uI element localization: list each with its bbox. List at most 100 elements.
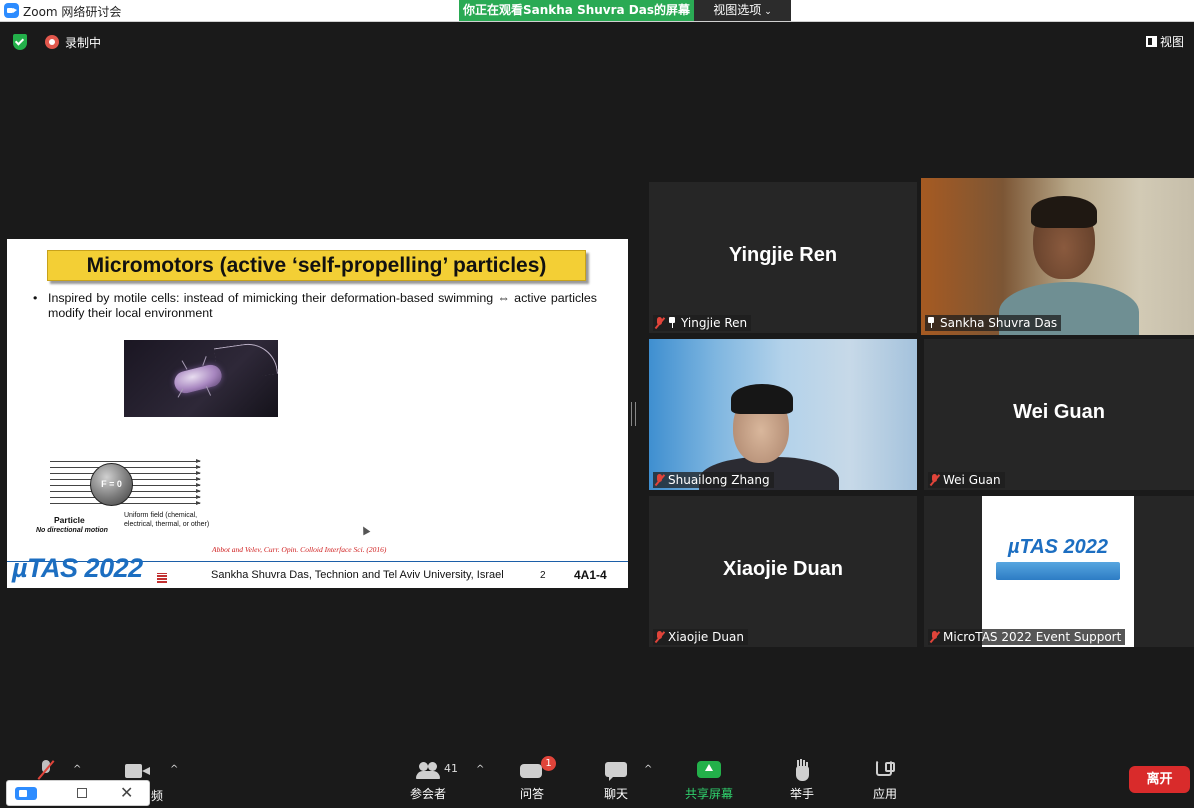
participant-tile-wei[interactable]: Wei Guan Wei Guan bbox=[924, 339, 1194, 490]
participant-label-text: Sankha Shuvra Das bbox=[940, 316, 1058, 330]
bullet-text: Inspired by motile cells: instead of mim… bbox=[48, 291, 597, 320]
footer-author: Sankha Shuvra Das, Technion and Tel Aviv… bbox=[211, 569, 504, 581]
video-person-hair bbox=[731, 384, 793, 414]
view-options-label: 视图选项 bbox=[713, 3, 762, 17]
participant-label-text: Yingjie Ren bbox=[681, 316, 748, 330]
apps-icon bbox=[876, 760, 895, 782]
mic-muted-icon[interactable] bbox=[38, 760, 54, 782]
participants-label: 参会者 bbox=[409, 787, 446, 801]
mouse-pointer-icon bbox=[359, 524, 371, 536]
participant-label-text: Shuailong Zhang bbox=[668, 473, 770, 487]
recording-icon bbox=[45, 35, 59, 49]
maximize-icon[interactable] bbox=[77, 788, 87, 798]
apps-button[interactable]: 应用 bbox=[855, 760, 915, 802]
participant-label: Yingjie Ren bbox=[653, 315, 752, 331]
utas-mark-icon bbox=[157, 573, 167, 583]
participant-label-text: Wei Guan bbox=[943, 473, 1001, 487]
slide-citation: Abbot and Velev, Curr. Opin. Colloid Int… bbox=[212, 545, 387, 554]
mic-muted-icon bbox=[930, 631, 939, 643]
participant-label: Sankha Shuvra Das bbox=[925, 315, 1062, 331]
participant-tile-shuailong[interactable]: Shuailong Zhang bbox=[649, 339, 917, 490]
field-label: Uniform field (chemical, electrical, the… bbox=[124, 512, 210, 528]
participant-label-text: Xiaojie Duan bbox=[668, 630, 744, 644]
particle-sphere: F = 0 bbox=[90, 463, 133, 506]
recording-label: 录制中 bbox=[65, 36, 102, 50]
field-line bbox=[50, 459, 201, 463]
view-options-button[interactable]: 视图选项 ⌄ bbox=[694, 0, 791, 21]
video-feed bbox=[649, 339, 917, 490]
participant-name-display: Yingjie Ren bbox=[728, 244, 838, 266]
share-screen-button[interactable]: 共享屏幕 bbox=[679, 760, 739, 802]
grid-view-icon bbox=[1146, 36, 1157, 47]
zoom-logo-icon bbox=[4, 3, 19, 18]
bacteria-image bbox=[124, 340, 278, 417]
zoom-webinar-window: Zoom 网络研讨会 你正在观看Sankha Shuvra Das的屏幕 视图选… bbox=[0, 0, 1194, 808]
participant-tile-yingjie[interactable]: Yingjie Ren Yingjie Ren bbox=[649, 182, 917, 333]
chat-icon bbox=[604, 760, 628, 782]
participant-label: Wei Guan bbox=[928, 472, 1005, 488]
chat-label: 聊天 bbox=[603, 787, 628, 801]
floating-mini-window[interactable]: ✕ bbox=[6, 780, 150, 806]
share-screen-label: 共享屏幕 bbox=[684, 787, 733, 801]
participant-tile-xiaojie[interactable]: Xiaojie Duan Xiaojie Duan bbox=[649, 496, 917, 647]
pilus bbox=[202, 356, 207, 366]
video-feed bbox=[921, 178, 1194, 335]
pin-icon bbox=[668, 317, 676, 328]
slide-bullet: • Inspired by motile cells: instead of m… bbox=[33, 291, 597, 321]
video-label: 频 bbox=[151, 789, 164, 803]
participant-name-display: Wei Guan bbox=[1013, 401, 1105, 423]
participant-label: Xiaojie Duan bbox=[653, 629, 748, 645]
poster-banner bbox=[996, 562, 1120, 580]
participant-label-text: MicroTAS 2022 Event Support bbox=[943, 630, 1122, 644]
camera-icon[interactable] bbox=[125, 764, 151, 778]
raise-hand-label: 举手 bbox=[789, 787, 814, 801]
shield-icon[interactable] bbox=[13, 34, 27, 50]
particle-label: Particle bbox=[54, 515, 85, 525]
chat-caret[interactable]: ^ bbox=[644, 764, 652, 775]
session-code: 4A1-4 bbox=[574, 568, 607, 582]
poster-logo: µTAS 2022 bbox=[1007, 536, 1109, 558]
field-line bbox=[50, 501, 201, 505]
participants-count: 41 bbox=[444, 762, 458, 775]
window-title: Zoom 网络研讨会 bbox=[23, 5, 122, 19]
participants-icon bbox=[416, 760, 440, 782]
qa-label: 问答 bbox=[519, 787, 544, 801]
bullet-marker: • bbox=[33, 291, 38, 305]
zoom-app-icon[interactable] bbox=[15, 787, 37, 800]
participants-caret[interactable]: ^ bbox=[476, 764, 484, 775]
mic-muted-icon bbox=[655, 474, 664, 486]
participant-tile-microtas[interactable]: µTAS 2022 MicroTAS 2022 Event Support bbox=[924, 496, 1194, 647]
video-person-hair bbox=[1031, 196, 1097, 228]
qa-notification-badge: 1 bbox=[541, 756, 556, 771]
participant-name-display: Xiaojie Duan bbox=[722, 558, 844, 580]
particle-subtitle: No directional motion bbox=[36, 527, 108, 534]
flagellum bbox=[213, 340, 278, 383]
close-icon[interactable]: ✕ bbox=[120, 783, 133, 803]
view-button[interactable]: 视图 bbox=[1146, 33, 1184, 50]
mic-muted-icon bbox=[930, 474, 939, 486]
screen-share-banner: 你正在观看Sankha Shuvra Das的屏幕 bbox=[459, 0, 694, 21]
mic-muted-icon bbox=[655, 317, 664, 329]
pin-icon bbox=[927, 317, 935, 328]
hand-icon bbox=[793, 760, 811, 782]
shared-slide: Micromotors (active ‘self-propelling’ pa… bbox=[7, 239, 628, 588]
chat-button[interactable]: 聊天 bbox=[586, 760, 646, 802]
mic-muted-icon bbox=[655, 631, 664, 643]
event-poster: µTAS 2022 bbox=[982, 496, 1134, 647]
view-label: 视图 bbox=[1160, 35, 1185, 49]
participant-label: Shuailong Zhang bbox=[653, 472, 774, 488]
video-options-caret[interactable]: ^ bbox=[170, 764, 178, 775]
slide-page-number: 2 bbox=[540, 570, 546, 581]
raise-hand-button[interactable]: 举手 bbox=[772, 760, 832, 802]
audio-options-caret[interactable]: ^ bbox=[73, 764, 81, 775]
chevron-down-icon: ⌄ bbox=[764, 7, 772, 17]
utas-logo: µTAS 2022 bbox=[12, 553, 143, 583]
apps-label: 应用 bbox=[872, 787, 897, 801]
leave-button[interactable]: 离开 bbox=[1129, 766, 1190, 793]
participant-tile-sankha[interactable]: Sankha Shuvra Das bbox=[921, 178, 1194, 335]
pilus bbox=[181, 360, 188, 370]
participant-label: MicroTAS 2022 Event Support bbox=[928, 629, 1126, 645]
share-screen-icon bbox=[697, 760, 721, 782]
slide-title: Micromotors (active ‘self-propelling’ pa… bbox=[47, 250, 586, 281]
split-view-handle[interactable] bbox=[631, 402, 636, 426]
